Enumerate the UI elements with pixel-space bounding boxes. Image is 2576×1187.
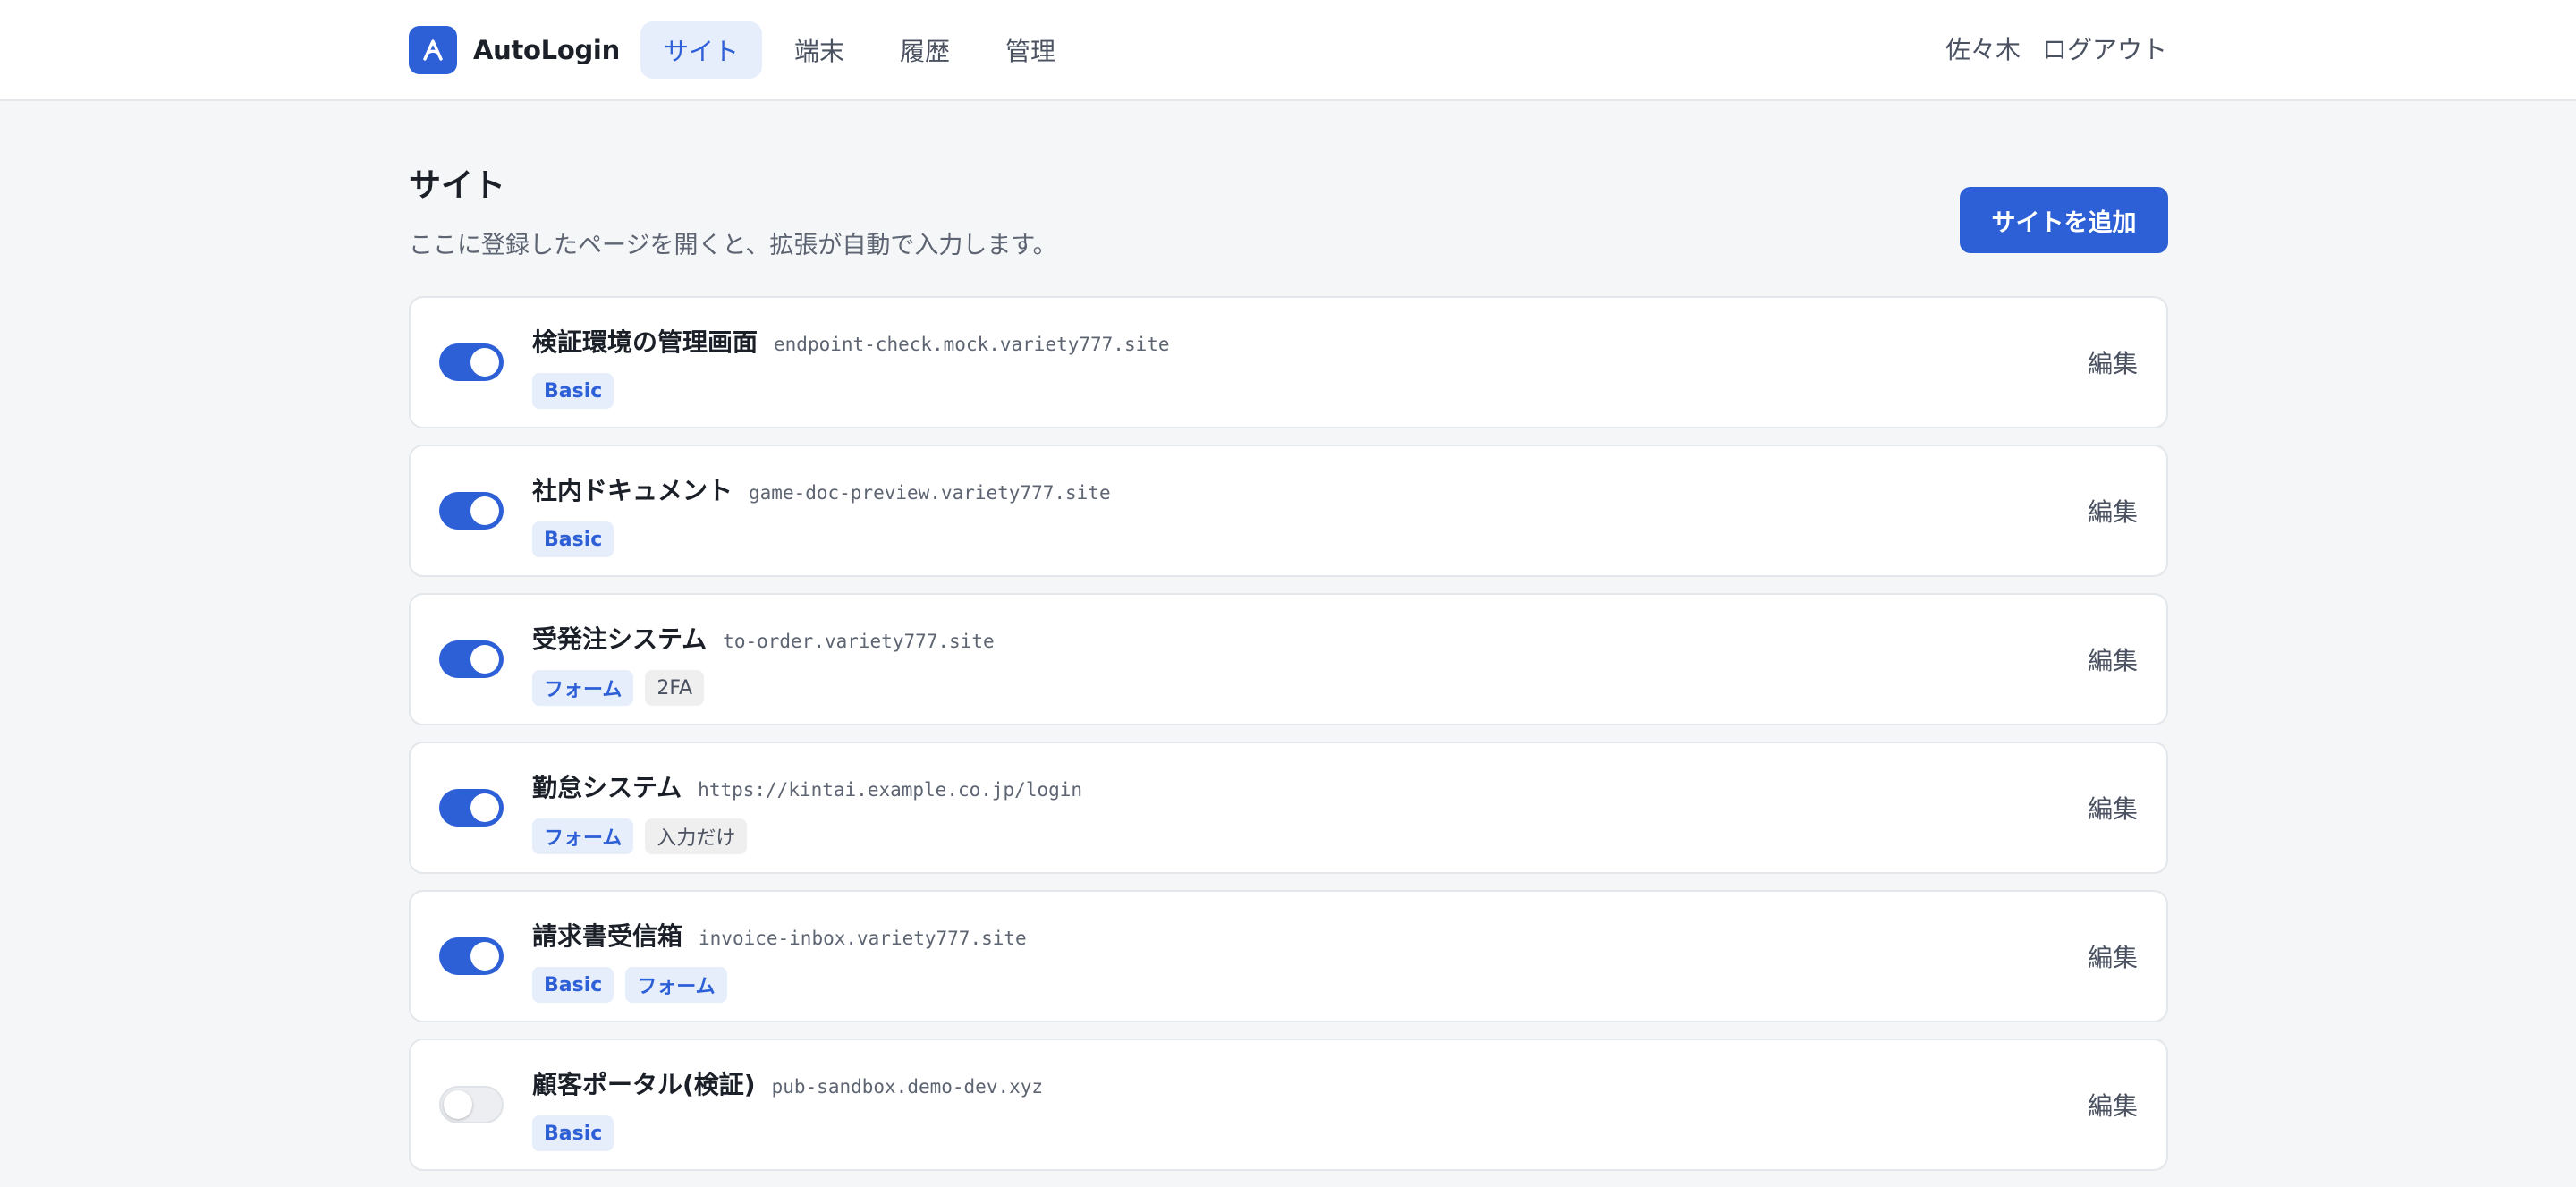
site-domain: invoice-inbox.variety777.site [699, 928, 1027, 949]
main-nav: サイト 端末 履歴 管理 [640, 21, 1088, 79]
site-card: 請求書受信箱 invoice-inbox.variety777.site Bas… [409, 890, 2168, 1022]
site-name: 請求書受信箱 [532, 921, 683, 951]
page-header: サイト ここに登録したページを開くと、拡張が自動で入力します。 [409, 159, 1057, 260]
auth-type-tag: Basic [532, 1115, 614, 1151]
toggle-knob [470, 793, 499, 822]
site-card: 受発注システム to-order.variety777.site フォーム 2F… [409, 593, 2168, 725]
edit-site-link[interactable]: 編集 [2088, 344, 2138, 380]
site-info: 顧客ポータル(検証) pub-sandbox.demo-dev.xyz Basi… [532, 1065, 1043, 1151]
site-card: 勤怠システム https://kintai.example.co.jp/logi… [409, 742, 2168, 874]
site-enabled-toggle[interactable] [439, 640, 504, 678]
site-name: 勤怠システム [532, 773, 682, 802]
site-tags: Basic [532, 521, 1111, 557]
top-bar: AutoLogin サイト 端末 履歴 管理 佐々木 ログアウト [0, 0, 2576, 101]
site-tags: フォーム 入力だけ [532, 818, 1082, 854]
edit-site-link[interactable]: 編集 [2088, 641, 2138, 677]
site-info: 受発注システム to-order.variety777.site フォーム 2F… [532, 620, 995, 706]
add-site-button[interactable]: サイトを追加 [1960, 187, 2168, 253]
site-card: 検証環境の管理画面 endpoint-check.mock.variety777… [409, 296, 2168, 428]
site-info: 勤怠システム https://kintai.example.co.jp/logi… [532, 768, 1082, 854]
site-tags: Basic [532, 1115, 1043, 1151]
option-tag: 2FA [645, 670, 705, 706]
site-tags: フォーム 2FA [532, 670, 995, 706]
site-enabled-toggle[interactable] [439, 1086, 504, 1123]
site-tags: Basic [532, 373, 1170, 409]
site-enabled-toggle[interactable] [439, 937, 504, 975]
toggle-knob [470, 942, 499, 971]
site-name: 受発注システム [532, 624, 708, 654]
edit-site-link[interactable]: 編集 [2088, 1087, 2138, 1123]
site-tags: Basic フォーム [532, 967, 1027, 1003]
edit-site-link[interactable]: 編集 [2088, 790, 2138, 826]
site-name: 社内ドキュメント [532, 476, 733, 505]
page-title: サイト [409, 167, 506, 204]
site-info: 社内ドキュメント game-doc-preview.variety777.sit… [532, 471, 1111, 557]
site-name: 検証環境の管理画面 [532, 327, 758, 357]
user-area: 佐々木 ログアウト [1945, 30, 2167, 66]
toggle-knob [470, 645, 499, 674]
site-domain: pub-sandbox.demo-dev.xyz [771, 1076, 1044, 1098]
toggle-knob [470, 348, 499, 377]
nav-tab-sites[interactable]: サイト [640, 21, 763, 79]
auth-type-tag: フォーム [532, 818, 634, 854]
auth-type-tag: Basic [532, 967, 614, 1003]
app-name: AutoLogin [473, 35, 620, 65]
toggle-knob [470, 496, 499, 525]
site-enabled-toggle[interactable] [439, 343, 504, 381]
edit-site-link[interactable]: 編集 [2088, 938, 2138, 974]
site-enabled-toggle[interactable] [439, 789, 504, 827]
site-domain: game-doc-preview.variety777.site [749, 482, 1111, 504]
auth-type-tag: Basic [532, 521, 614, 557]
nav-tab-devices[interactable]: 端末 [771, 21, 868, 79]
site-list: 検証環境の管理画面 endpoint-check.mock.variety777… [409, 296, 2168, 1187]
app-logo-icon [409, 26, 457, 74]
auth-type-tag: フォーム [532, 670, 634, 706]
site-domain: to-order.variety777.site [723, 631, 995, 652]
auth-type-tag: Basic [532, 373, 614, 409]
site-card: 社内ドキュメント game-doc-preview.variety777.sit… [409, 445, 2168, 577]
edit-site-link[interactable]: 編集 [2088, 493, 2138, 529]
user-name[interactable]: 佐々木 [1945, 30, 2021, 66]
site-domain: endpoint-check.mock.variety777.site [774, 334, 1170, 355]
site-name: 顧客ポータル(検証) [532, 1070, 756, 1099]
page-subtitle: ここに登録したページを開くと、拡張が自動で入力します。 [409, 232, 1057, 259]
toggle-knob [444, 1090, 472, 1119]
nav-tab-history[interactable]: 履歴 [877, 21, 973, 79]
site-domain: https://kintai.example.co.jp/login [698, 779, 1083, 801]
site-enabled-toggle[interactable] [439, 492, 504, 530]
site-card: 顧客ポータル(検証) pub-sandbox.demo-dev.xyz Basi… [409, 1039, 2168, 1171]
logout-link[interactable]: ログアウト [2042, 30, 2167, 66]
brand[interactable]: AutoLogin [409, 26, 620, 74]
auth-type-tag: フォーム [625, 967, 727, 1003]
nav-tab-admin[interactable]: 管理 [982, 21, 1079, 79]
site-info: 請求書受信箱 invoice-inbox.variety777.site Bas… [532, 917, 1027, 1003]
option-tag: 入力だけ [645, 818, 748, 854]
site-info: 検証環境の管理画面 endpoint-check.mock.variety777… [532, 323, 1170, 409]
